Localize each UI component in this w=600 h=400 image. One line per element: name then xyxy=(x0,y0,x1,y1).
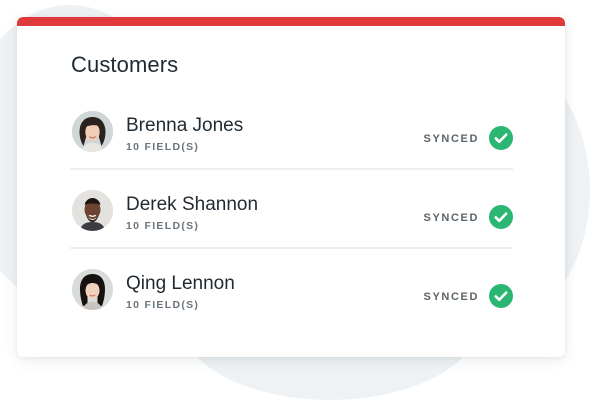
sync-status-label: SYNCED xyxy=(423,291,479,303)
sync-status-label: SYNCED xyxy=(423,212,479,224)
avatar xyxy=(72,269,113,310)
customers-card: Customers Brenna Jones 10 FIELD(S) SYNCE… xyxy=(17,17,565,357)
customer-name: Brenna Jones xyxy=(126,115,244,136)
avatar-photo xyxy=(72,111,113,152)
customer-field-count: 10 FIELD(S) xyxy=(126,141,200,153)
card-title: Customers xyxy=(71,52,179,77)
customer-row[interactable]: Brenna Jones 10 FIELD(S) SYNCED xyxy=(70,91,513,170)
check-circle-icon xyxy=(489,284,513,308)
stage: Customers Brenna Jones 10 FIELD(S) SYNCE… xyxy=(0,0,600,400)
check-circle-icon xyxy=(489,126,513,150)
customer-row[interactable]: Derek Shannon 10 FIELD(S) SYNCED xyxy=(70,170,513,249)
sync-status-label: SYNCED xyxy=(423,133,479,145)
avatar-photo xyxy=(72,269,113,310)
avatar-photo xyxy=(72,190,113,231)
customer-name: Qing Lennon xyxy=(126,273,235,294)
customer-field-count: 10 FIELD(S) xyxy=(126,220,200,232)
customer-row[interactable]: Qing Lennon 10 FIELD(S) SYNCED xyxy=(70,249,513,327)
avatar xyxy=(72,111,113,152)
customer-field-count: 10 FIELD(S) xyxy=(126,299,200,311)
card-accent-bar xyxy=(17,17,565,26)
customer-name: Derek Shannon xyxy=(126,194,259,215)
check-circle-icon xyxy=(489,205,513,229)
avatar xyxy=(72,190,113,231)
